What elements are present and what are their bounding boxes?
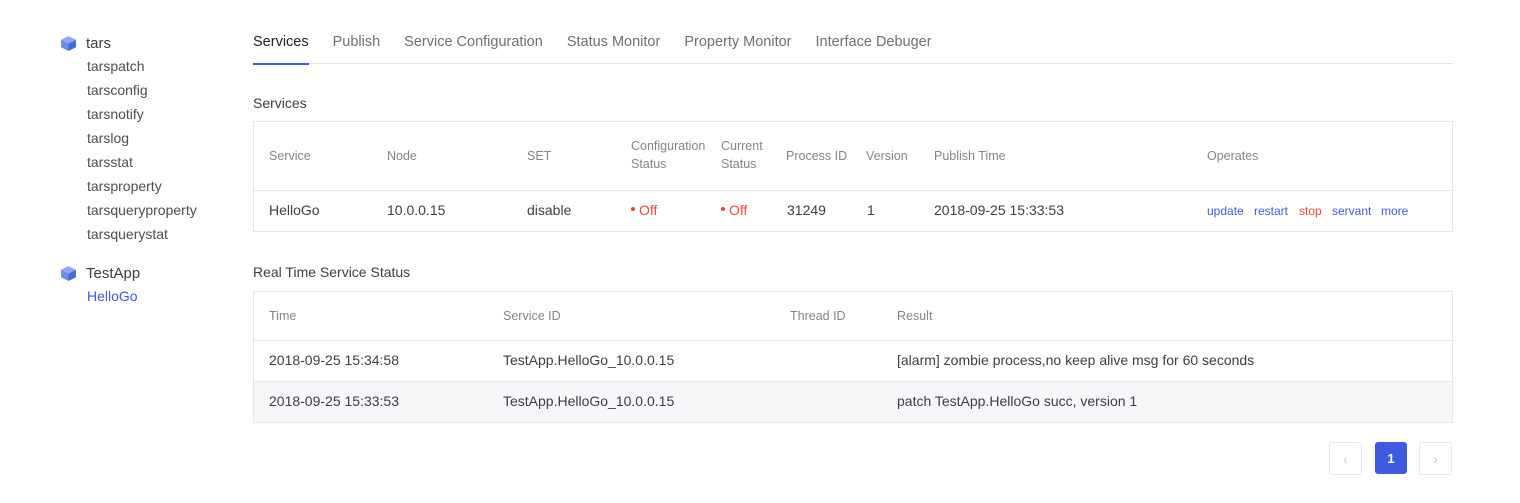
header-time: Time bbox=[269, 309, 297, 323]
tab-property-monitor[interactable]: Property Monitor bbox=[684, 27, 791, 64]
tree-item-tarspatch[interactable]: tarspatch bbox=[87, 54, 240, 78]
stop-link[interactable]: stop bbox=[1299, 204, 1322, 218]
update-link[interactable]: update bbox=[1207, 204, 1244, 218]
servant-link[interactable]: servant bbox=[1332, 204, 1371, 218]
status-dot-icon bbox=[721, 207, 725, 212]
tree-item-tarsquerystat[interactable]: tarsquerystat bbox=[87, 222, 240, 246]
restart-link[interactable]: restart bbox=[1254, 204, 1288, 218]
tab-interface-debuger[interactable]: Interface Debuger bbox=[816, 27, 932, 64]
services-section-title: Services bbox=[253, 95, 307, 111]
tree-item-tarsnotify[interactable]: tarsnotify bbox=[87, 102, 240, 126]
more-link[interactable]: more bbox=[1381, 204, 1408, 218]
header-thread-id: Thread ID bbox=[790, 309, 846, 323]
header-current-status: Current Status bbox=[721, 139, 763, 171]
prev-page-button[interactable]: ‹ bbox=[1329, 442, 1362, 475]
realtime-section-title: Real Time Service Status bbox=[253, 264, 411, 280]
tab-service-configuration[interactable]: Service Configuration bbox=[404, 27, 543, 64]
next-page-button[interactable]: › bbox=[1419, 442, 1452, 475]
tree-item-tarsproperty[interactable]: tarsproperty bbox=[87, 174, 240, 198]
table-header-row: Service Node SET Configuration Status Cu… bbox=[254, 122, 1452, 191]
cell-time: 2018-09-25 15:33:53 bbox=[269, 393, 399, 409]
cell-process-id: 31249 bbox=[787, 202, 826, 218]
tab-status-monitor[interactable]: Status Monitor bbox=[567, 27, 661, 64]
cube-icon bbox=[61, 35, 76, 51]
cell-time: 2018-09-25 15:34:58 bbox=[269, 352, 399, 368]
header-configuration-status: Configuration Status bbox=[631, 139, 706, 171]
header-set: SET bbox=[527, 149, 552, 163]
cell-service-id: TestApp.HelloGo_10.0.0.15 bbox=[503, 352, 675, 368]
app-tree-sidebar: tars tarspatch tarsconfig tarsnotify tar… bbox=[60, 32, 240, 324]
header-result: Result bbox=[897, 309, 933, 323]
tree-group-tars: tars tarspatch tarsconfig tarsnotify tar… bbox=[60, 32, 240, 246]
tree-item-tarsqueryproperty[interactable]: tarsqueryproperty bbox=[87, 198, 240, 222]
table-row: 2018-09-25 15:34:58 TestApp.HelloGo_10.0… bbox=[254, 341, 1452, 382]
cell-configuration-status: Off bbox=[631, 202, 657, 218]
tab-services[interactable]: Services bbox=[253, 27, 309, 65]
header-publish-time: Publish Time bbox=[934, 149, 1006, 163]
table-header-row: Time Service ID Thread ID Result bbox=[254, 292, 1452, 341]
tree-item-tarsconfig[interactable]: tarsconfig bbox=[87, 78, 240, 102]
chevron-left-icon: ‹ bbox=[1343, 450, 1348, 467]
header-service: Service bbox=[269, 149, 311, 163]
tab-publish[interactable]: Publish bbox=[333, 27, 381, 64]
cell-current-status: Off bbox=[721, 202, 747, 218]
cell-result: patch TestApp.HelloGo succ, version 1 bbox=[897, 393, 1138, 409]
realtime-status-table: Time Service ID Thread ID Result 2018-09… bbox=[253, 291, 1453, 423]
cube-icon bbox=[61, 265, 76, 281]
tree-root-label: TestApp bbox=[86, 264, 141, 282]
table-row: 2018-09-25 15:33:53 TestApp.HelloGo_10.0… bbox=[254, 382, 1452, 422]
header-operates: Operates bbox=[1207, 149, 1259, 163]
header-version: Version bbox=[866, 149, 908, 163]
cell-service-id: TestApp.HelloGo_10.0.0.15 bbox=[503, 393, 675, 409]
tree-item-tarsstat[interactable]: tarsstat bbox=[87, 150, 240, 174]
cell-publish-time: 2018-09-25 15:33:53 bbox=[934, 202, 1064, 218]
cell-set: disable bbox=[527, 202, 572, 218]
status-dot-icon bbox=[631, 207, 635, 212]
tree-root-tars[interactable]: tars bbox=[60, 32, 240, 54]
table-row: HelloGo 10.0.0.15 disable Off Off 31249 … bbox=[254, 191, 1452, 231]
cell-result: [alarm] zombie process,no keep alive msg… bbox=[897, 352, 1255, 368]
tree-item-tarslog[interactable]: tarslog bbox=[87, 126, 240, 150]
tree-group-testapp: TestApp HelloGo bbox=[60, 262, 240, 308]
header-service-id: Service ID bbox=[503, 309, 561, 323]
tree-item-hellogo[interactable]: HelloGo bbox=[87, 284, 240, 308]
cell-version: 1 bbox=[867, 202, 875, 218]
cell-service: HelloGo bbox=[269, 202, 320, 218]
services-table: Service Node SET Configuration Status Cu… bbox=[253, 121, 1453, 232]
header-node: Node bbox=[387, 149, 417, 163]
page-button-current[interactable]: 1 bbox=[1375, 442, 1407, 474]
tree-root-testapp[interactable]: TestApp bbox=[60, 262, 240, 284]
header-process-id: Process ID bbox=[786, 149, 848, 163]
chevron-right-icon: › bbox=[1433, 450, 1438, 467]
tree-root-label: tars bbox=[86, 34, 112, 52]
cell-node: 10.0.0.15 bbox=[387, 202, 446, 218]
tab-bar: Services Publish Service Configuration S… bbox=[253, 27, 1453, 65]
